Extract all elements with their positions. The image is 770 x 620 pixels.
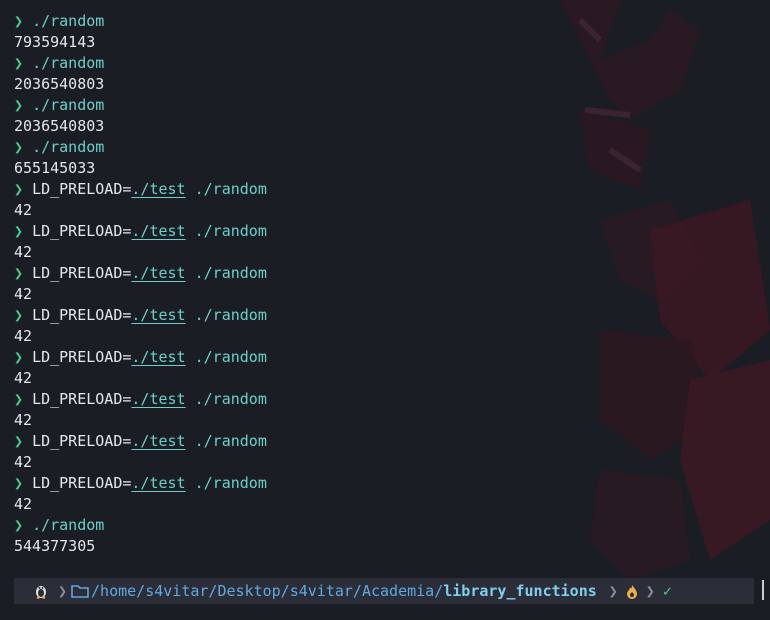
env-var: LD_PRELOAD= [32, 264, 132, 282]
prompt-chevron-icon: ❯ [14, 516, 24, 534]
command-text: ./random [194, 222, 267, 240]
command-text: ./random [32, 96, 105, 114]
command-output: 42 [14, 284, 754, 305]
prompt-chevron-icon: ❯ [14, 180, 24, 198]
command-output: 42 [14, 452, 754, 473]
env-value-path: ./test [131, 180, 186, 198]
segment-separator: ❯ [645, 582, 655, 600]
prompt-chevron-icon: ❯ [14, 138, 24, 156]
command-line: ❯ LD_PRELOAD=./test ./random [14, 179, 754, 200]
output-text: 2036540803 [14, 117, 105, 135]
output-text: 793594143 [14, 33, 96, 51]
prompt-chevron-icon: ❯ [14, 12, 24, 30]
command-output: 2036540803 [14, 116, 754, 137]
current-path: /home/s4vitar/Desktop/s4vitar/Academia/l… [91, 582, 597, 600]
prompt-chevron-icon: ❯ [14, 306, 24, 324]
command-line: ❯ LD_PRELOAD=./test ./random [14, 473, 754, 494]
command-output: 42 [14, 242, 754, 263]
env-value-path: ./test [131, 432, 186, 450]
command-text: ./random [32, 516, 105, 534]
env-value-path: ./test [131, 306, 186, 324]
output-text: 42 [14, 327, 33, 345]
output-text: 655145033 [14, 159, 96, 177]
command-line: ❯ LD_PRELOAD=./test ./random [14, 389, 754, 410]
command-line: ❯ LD_PRELOAD=./test ./random [14, 305, 754, 326]
command-text: ./random [194, 432, 267, 450]
command-output: 42 [14, 326, 754, 347]
command-output: 42 [14, 494, 754, 515]
command-text: ./random [194, 264, 267, 282]
command-text: ./random [32, 138, 105, 156]
command-text: ./random [32, 54, 105, 72]
env-value-path: ./test [131, 390, 186, 408]
command-output: 655145033 [14, 158, 754, 179]
env-var: LD_PRELOAD= [32, 222, 132, 240]
prompt-chevron-icon: ❯ [14, 390, 24, 408]
prompt-chevron-icon: ❯ [14, 348, 24, 366]
output-text: 42 [14, 243, 33, 261]
output-text: 42 [14, 285, 33, 303]
prompt-chevron-icon: ❯ [14, 474, 24, 492]
command-line: ❯ LD_PRELOAD=./test ./random [14, 347, 754, 368]
command-output: 42 [14, 368, 754, 389]
command-text: ./random [194, 306, 267, 324]
env-var: LD_PRELOAD= [32, 348, 132, 366]
command-line: ❯ ./random [14, 11, 754, 32]
command-line: ❯ LD_PRELOAD=./test ./random [14, 263, 754, 284]
env-var: LD_PRELOAD= [32, 390, 132, 408]
env-var: LD_PRELOAD= [32, 180, 132, 198]
env-value-path: ./test [131, 474, 186, 492]
prompt-chevron-icon: ❯ [14, 96, 24, 114]
command-output: 42 [14, 410, 754, 431]
prompt-chevron-icon: ❯ [14, 54, 24, 72]
terminal-window[interactable]: ❯ ./random 793594143 ❯ ./random 2036540803 ❯… [0, 0, 770, 620]
env-var: LD_PRELOAD= [32, 306, 132, 324]
env-value-path: ./test [131, 222, 186, 240]
env-var: LD_PRELOAD= [32, 474, 132, 492]
segment-separator: ❯ [58, 582, 68, 600]
path-prefix: /home/s4vitar/Desktop/s4vitar/Academia/ [91, 582, 444, 600]
linux-penguin-icon [14, 578, 54, 604]
command-line: ❯ ./random [14, 95, 754, 116]
output-text: 2036540803 [14, 75, 105, 93]
prompt-bar: ❯ /home/s4vitar/Desktop/s4vitar/Academia… [14, 578, 754, 604]
command-line: ❯ LD_PRELOAD=./test ./random [14, 431, 754, 452]
env-value-path: ./test [131, 348, 186, 366]
command-output: 42 [14, 200, 754, 221]
terminal-output: ❯ ./random 793594143 ❯ ./random 2036540803 ❯… [14, 11, 754, 557]
command-line: ❯ ./random [14, 137, 754, 158]
prompt-chevron-icon: ❯ [14, 222, 24, 240]
output-text: 42 [14, 453, 33, 471]
output-text: 42 [14, 201, 33, 219]
text-cursor [762, 580, 764, 600]
command-text: ./random [32, 12, 105, 30]
folder-icon [71, 578, 91, 604]
command-text: ./random [194, 348, 267, 366]
env-value-path: ./test [131, 264, 186, 282]
command-line: ❯ ./random [14, 53, 754, 74]
command-line: ❯ ./random [14, 515, 754, 536]
output-text: 42 [14, 495, 33, 513]
command-text: ./random [194, 474, 267, 492]
output-text: 544377305 [14, 537, 96, 555]
output-text: 42 [14, 369, 33, 387]
check-icon: ✓ [662, 582, 672, 600]
command-output: 793594143 [14, 32, 754, 53]
command-output: 2036540803 [14, 74, 754, 95]
flame-icon [622, 578, 642, 604]
env-var: LD_PRELOAD= [32, 432, 132, 450]
command-line: ❯ LD_PRELOAD=./test ./random [14, 221, 754, 242]
command-output: 544377305 [14, 536, 754, 557]
prompt-chevron-icon: ❯ [14, 432, 24, 450]
command-text: ./random [194, 180, 267, 198]
segment-separator: ❯ [608, 582, 618, 600]
output-text: 42 [14, 411, 33, 429]
command-text: ./random [194, 390, 267, 408]
prompt-chevron-icon: ❯ [14, 264, 24, 282]
path-current-dir: library_functions [443, 582, 597, 600]
